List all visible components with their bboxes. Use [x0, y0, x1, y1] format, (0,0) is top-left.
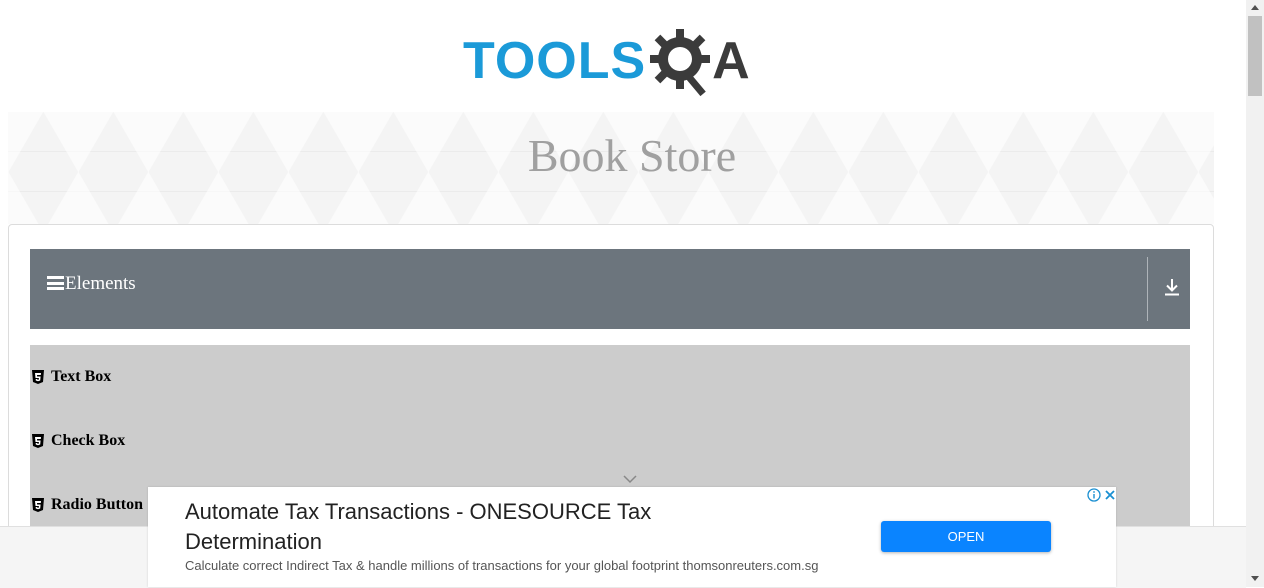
ad-open-button[interactable]: OPEN: [881, 521, 1051, 552]
list-item-check-box[interactable]: Check Box: [30, 429, 125, 453]
list-item-radio-button[interactable]: Radio Button: [30, 493, 143, 517]
gear-magnifier-icon: [650, 29, 711, 97]
hamburger-icon: [47, 276, 64, 290]
ad-banner[interactable]: Automate Tax Transactions - ONESOURCE Ta…: [148, 487, 1116, 587]
logo-text-tools: TOOLS: [463, 32, 647, 90]
ad-description[interactable]: Calculate correct Indirect Tax & handle …: [185, 558, 818, 574]
html5-icon: [32, 370, 44, 384]
html5-icon: [32, 434, 44, 448]
logo-text-a: A: [712, 32, 750, 90]
chevron-down-icon[interactable]: [623, 474, 637, 484]
list-item-label: Text Box: [51, 368, 112, 385]
html5-icon: [32, 498, 44, 512]
list-item-label: Check Box: [51, 432, 126, 449]
download-arrow-icon[interactable]: [1163, 277, 1181, 297]
site-header: TOOLS A: [0, 0, 1246, 112]
scroll-up-arrow-icon[interactable]: [1250, 3, 1260, 11]
scroll-down-arrow-icon[interactable]: [1250, 575, 1260, 583]
vertical-scrollbar[interactable]: [1246, 0, 1264, 587]
elements-group-header[interactable]: Elements: [30, 249, 1190, 329]
ad-title[interactable]: Automate Tax Transactions - ONESOURCE Ta…: [185, 497, 745, 557]
ad-info-icon[interactable]: [1087, 488, 1101, 502]
toolsqa-logo[interactable]: TOOLS A: [463, 22, 788, 100]
scrollbar-thumb[interactable]: [1248, 16, 1262, 96]
list-item-text-box[interactable]: Text Box: [30, 365, 111, 389]
list-item-label: Radio Button: [51, 496, 144, 513]
page-title: Book Store: [527, 130, 737, 181]
ad-close-icon[interactable]: [1103, 488, 1117, 502]
group-divider: [1147, 257, 1148, 321]
group-title: Elements: [65, 273, 136, 294]
